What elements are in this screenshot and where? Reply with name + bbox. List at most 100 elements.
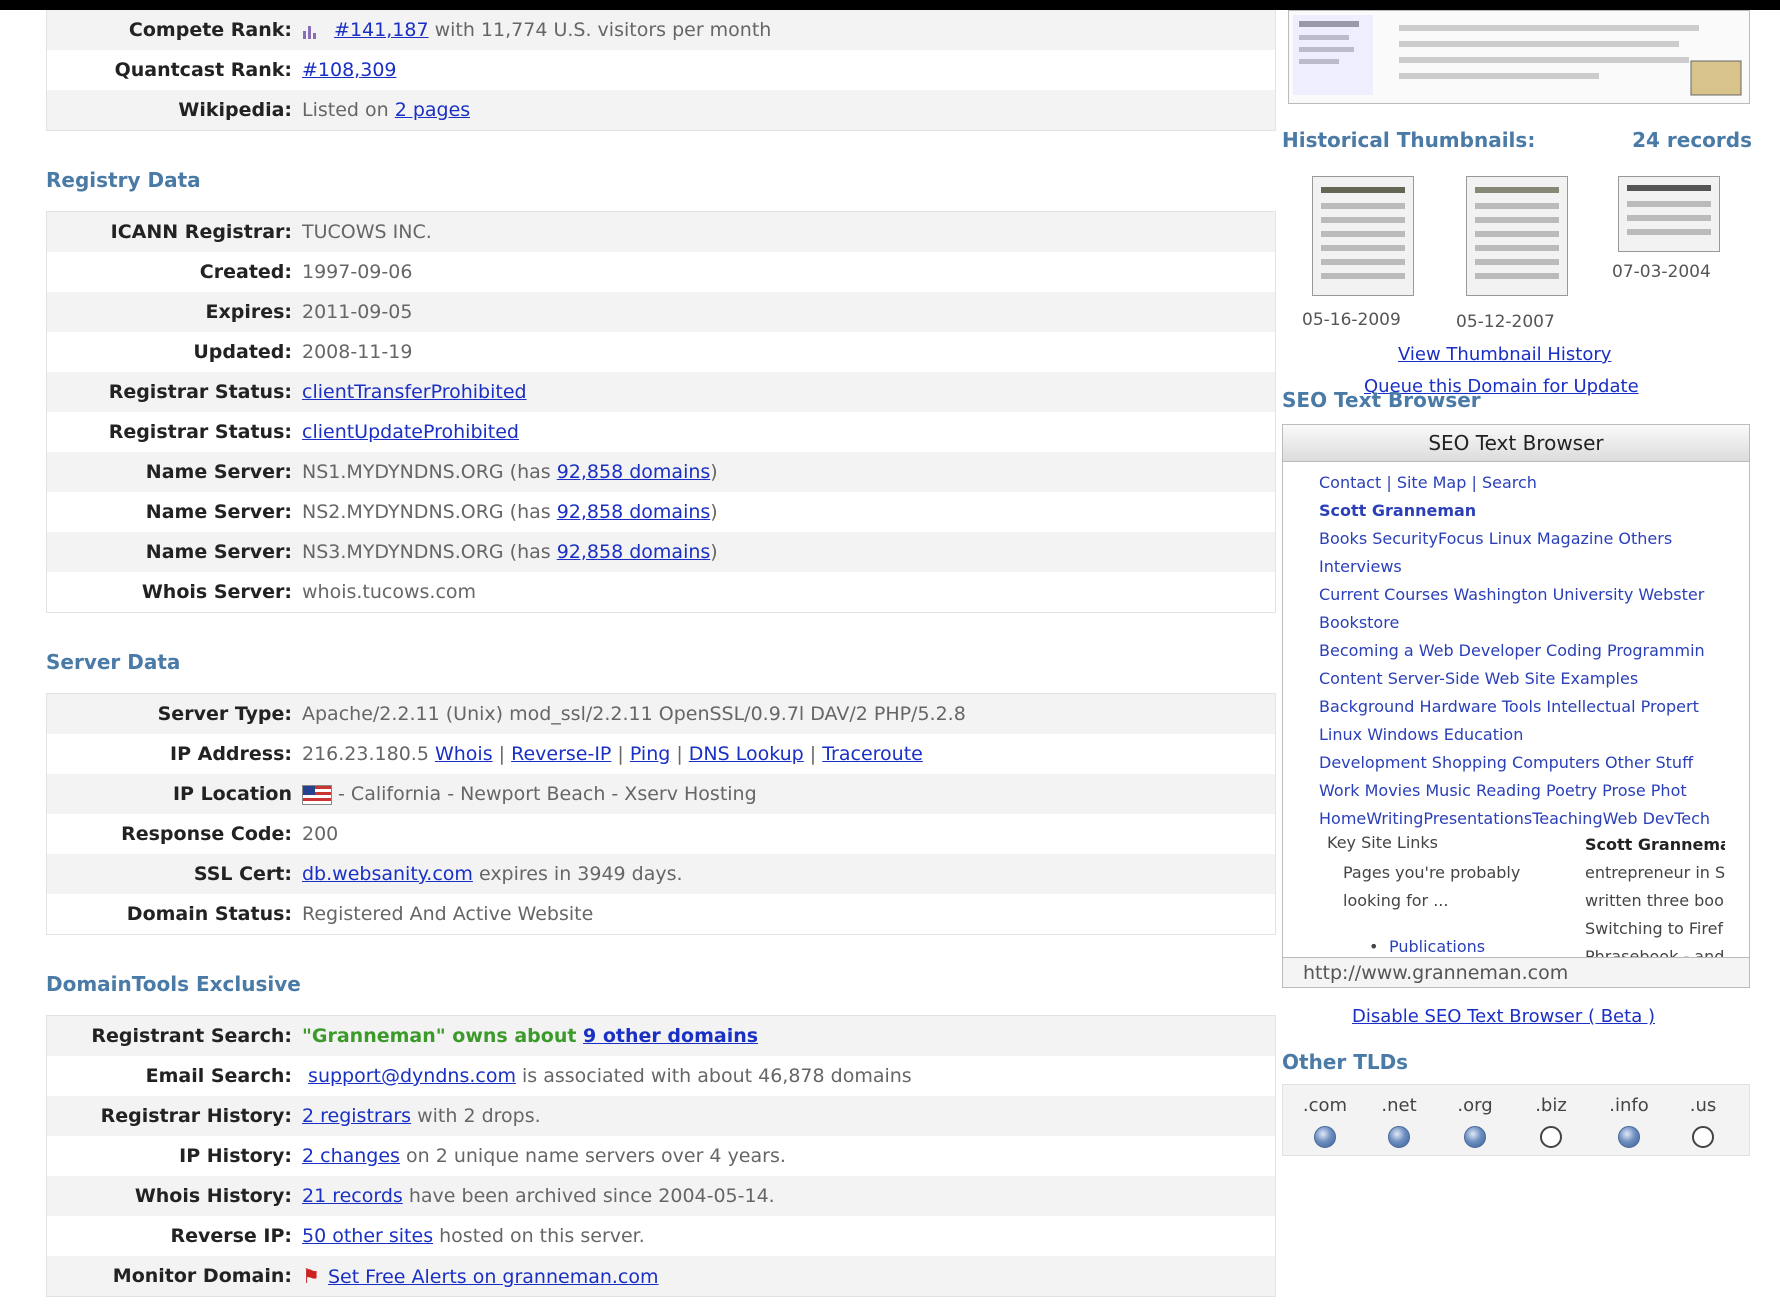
tld-org[interactable]: .org [1445,1095,1505,1148]
updated-label: Updated: [193,341,292,363]
seo-line[interactable]: Development Shopping Computers Other Stu… [1319,749,1749,777]
thumbnail-2009[interactable] [1312,176,1414,296]
table-row: Registrar History: 2 registrars with 2 dr… [47,1096,1275,1136]
domain-status-label: Domain Status: [126,903,292,925]
table-row: Name Server: NS2.MYDYNDNS.ORG (has 92,858… [47,492,1275,532]
seo-line[interactable]: Linux Windows Education [1319,721,1749,749]
seo-line[interactable]: Background Hardware Tools Intellectual P… [1319,693,1749,721]
tld-label: .net [1381,1095,1417,1116]
registrar-status-label: Registrar Status: [108,381,292,403]
left-column: Compete Rank: #141,187 with 11,774 U.S. … [46,10,1276,1297]
paren: ) [710,461,718,483]
name-server-label: Name Server: [145,501,292,523]
compete-rank-link[interactable]: #141,187 [334,19,429,41]
dns-lookup-link[interactable]: DNS Lookup [689,743,804,765]
seo-line[interactable]: Scott Granneman [1319,497,1749,525]
current-thumbnail[interactable] [1288,10,1750,104]
ip-address-label: IP Address: [170,743,292,765]
registry-data-title: Registry Data [46,168,201,192]
seo-line[interactable]: Content Server-Side Web Site Examples [1319,665,1749,693]
registrar-history-detail: with 2 drops. [411,1105,541,1127]
tld-biz[interactable]: .biz [1521,1095,1581,1148]
tld-net[interactable]: .net [1369,1095,1429,1148]
paren: ) [710,541,718,563]
bullet-icon: • [1369,937,1379,956]
whois-history-link[interactable]: 21 records [302,1185,403,1207]
seo-line[interactable]: Interviews [1319,553,1749,581]
other-domains-link[interactable]: 9 other domains [583,1025,758,1047]
seo-line[interactable]: Current Courses Washington University We… [1319,581,1749,609]
tld-label: .com [1302,1095,1348,1116]
seo-line[interactable]: Becoming a Web Developer Coding Programm… [1319,637,1749,665]
set-alerts-link[interactable]: Set Free Alerts on granneman.com [328,1266,659,1288]
seo-grid-text: Scott Granneman [1585,835,1725,854]
empty-circle-icon [1692,1126,1714,1148]
name-server-domains-link[interactable]: 92,858 domains [557,541,711,563]
globe-icon [1464,1126,1486,1148]
exclusive-table: Registrant Search: "Granneman" owns about… [46,1015,1276,1297]
reverse-ip-sites-link[interactable]: 50 other sites [302,1225,433,1247]
compete-rank-detail: with 11,774 U.S. visitors per month [428,19,772,41]
server-type-value: Apache/2.2.11 (Unix) mod_ssl/2.2.11 Open… [302,703,966,725]
whois-history-label: Whois History: [134,1185,292,1207]
seo-line[interactable]: Contact | Site Map | Search [1319,469,1749,497]
seo-line[interactable]: Bookstore [1319,609,1749,637]
traceroute-link[interactable]: Traceroute [822,743,923,765]
publications-link[interactable]: Publications [1389,937,1485,956]
email-search-link[interactable]: support@dyndns.com [308,1065,516,1087]
pages-text: Pages you're probably [1343,863,1521,882]
thumbnail-2007[interactable] [1466,176,1568,296]
table-row: Domain Status: Registered And Active Webs… [47,894,1275,934]
pages-text: looking for ... [1343,891,1449,910]
name-server-domains-link[interactable]: 92,858 domains [557,501,711,523]
table-row: IP History: 2 changes on 2 unique name se… [47,1136,1275,1176]
expires-label: Expires: [205,301,292,323]
monitor-domain-label: Monitor Domain: [112,1265,292,1287]
ping-link[interactable]: Ping [630,743,670,765]
seo-line[interactable]: HomeWritingPresentationsTeachingWeb DevT… [1319,805,1749,833]
registrar-status-link[interactable]: clientUpdateProhibited [302,421,519,443]
server-table: Server Type: Apache/2.2.11 (Unix) mod_ssl… [46,693,1276,935]
table-row: Updated: 2008-11-19 [47,332,1275,372]
created-value: 1997-09-06 [302,261,413,283]
empty-circle-icon [1540,1126,1562,1148]
disable-seo-browser-link[interactable]: Disable SEO Text Browser ( Beta ) [1352,1006,1655,1027]
seo-line[interactable]: Books SecurityFocus Linux Magazine Other… [1319,525,1749,553]
quantcast-rank-link[interactable]: #108,309 [302,59,397,81]
view-thumbnail-history-link[interactable]: View Thumbnail History [1398,344,1611,365]
thumbnail-date: 05-16-2009 [1302,310,1401,330]
seo-content: Contact | Site Map | Search Scott Granne… [1319,469,1749,833]
historical-thumbnails-header: Historical Thumbnails: 24 records [1282,128,1752,152]
name-server-value: NS1.MYDYNDNS.ORG (has [302,461,557,483]
table-row: Created: 1997-09-06 [47,252,1275,292]
reverse-ip-detail: hosted on this server. [433,1225,645,1247]
wikipedia-row: Wikipedia: Listed on 2 pages [47,90,1275,130]
wikipedia-pages-link[interactable]: 2 pages [395,99,470,121]
seo-text-browser-title: SEO Text Browser [1282,388,1481,412]
historical-thumbnails-title: Historical Thumbnails: [1282,128,1536,152]
tld-label: .org [1457,1095,1493,1116]
tld-com[interactable]: .com [1295,1095,1355,1148]
ssl-cert-link[interactable]: db.websanity.com [302,863,473,885]
table-row: Registrar Status: clientTransferProhibite… [47,372,1275,412]
email-search-detail: is associated with about 46,878 domains [515,1065,912,1087]
name-server-value: NS2.MYDYNDNS.ORG (has [302,501,557,523]
registrar-status-label: Registrar Status: [108,421,292,443]
tld-us[interactable]: .us [1673,1095,1733,1148]
table-row: Monitor Domain: ⚑ Set Free Alerts on grann… [47,1256,1275,1296]
key-site-links-text: Key Site Links [1327,833,1438,852]
name-server-domains-link[interactable]: 92,858 domains [557,461,711,483]
reverse-ip-link[interactable]: Reverse-IP [511,743,611,765]
bar-chart-icon [303,25,316,39]
tld-info[interactable]: .info [1599,1095,1659,1148]
ip-history-link[interactable]: 2 changes [302,1145,400,1167]
whois-link[interactable]: Whois [435,743,493,765]
seo-line[interactable]: Work Movies Music Reading Poetry Prose P… [1319,777,1749,805]
registrar-status-link[interactable]: clientTransferProhibited [302,381,527,403]
ip-address-value: 216.23.180.5 [302,743,429,765]
server-data-title: Server Data [46,650,181,674]
registrar-history-link[interactable]: 2 registrars [302,1105,411,1127]
globe-icon [1314,1126,1336,1148]
table-row: Server Type: Apache/2.2.11 (Unix) mod_ssl… [47,694,1275,734]
thumbnail-2004[interactable] [1618,176,1720,252]
